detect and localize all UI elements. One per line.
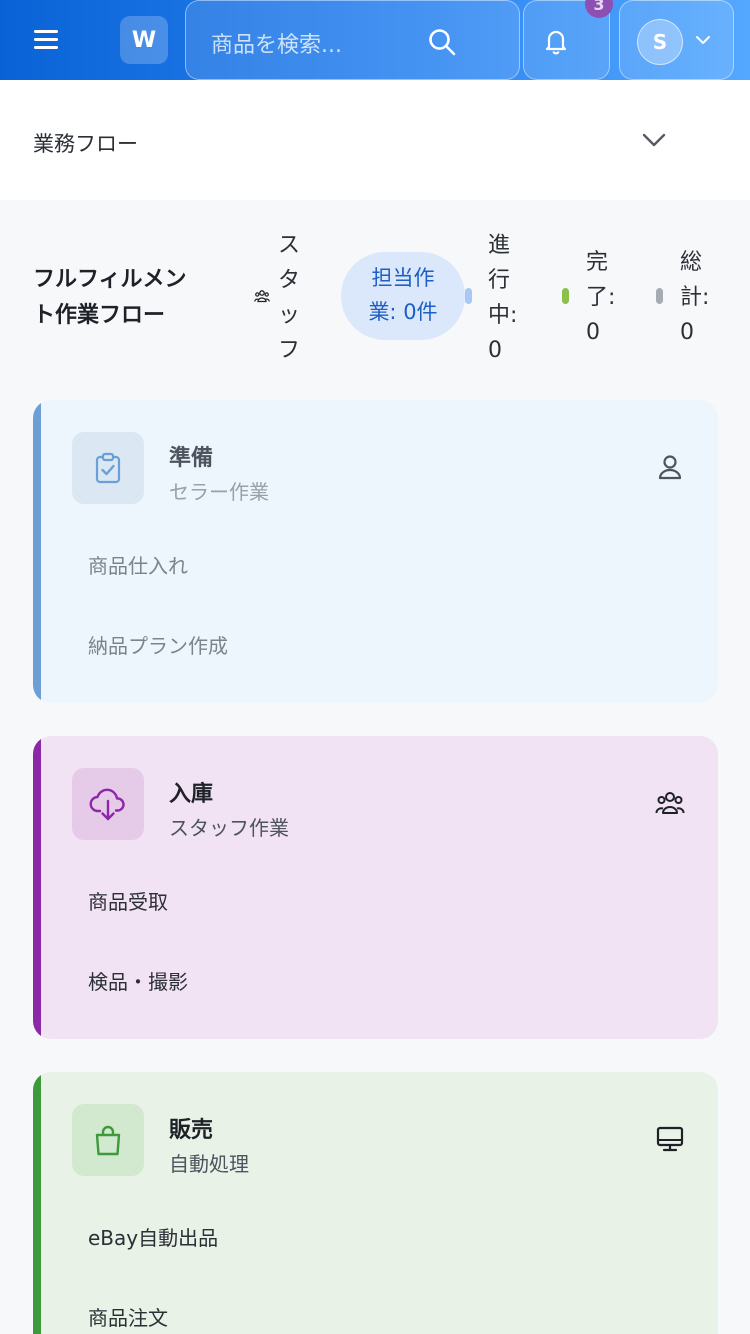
- card-icon-box: [72, 432, 144, 504]
- card-task-item[interactable]: 商品受取: [88, 886, 168, 915]
- card-icon-box: [72, 1104, 144, 1176]
- workflow-section-header[interactable]: 業務フロー: [0, 80, 750, 200]
- total-status: 総 計: 0: [680, 250, 710, 345]
- card-task-item[interactable]: 検品・撮影: [88, 966, 188, 995]
- shopping-bag-icon: [95, 1125, 121, 1156]
- top-app-bar: W 商品を検索... 3 S: [0, 0, 750, 80]
- cloud-download-icon: [89, 788, 125, 821]
- completed-indicator: [562, 288, 569, 304]
- clipboard-check-icon: [95, 452, 121, 484]
- card-task-item[interactable]: 納品プラン作成: [88, 630, 228, 659]
- workflow-card-preparation[interactable]: 準備 セラー作業 商品仕入れ 納品プラン作成: [33, 400, 718, 703]
- card-title: 入庫: [169, 782, 214, 807]
- completed-status: 完 了: 0: [586, 250, 616, 345]
- flow-title-line1: フルフィルメン: [33, 267, 187, 292]
- staff-icon: [254, 290, 270, 303]
- card-accent-bar: [33, 400, 41, 703]
- avatar: S: [637, 19, 683, 65]
- card-icon-box: [72, 768, 144, 840]
- card-accent-bar: [33, 1072, 41, 1334]
- bell-icon: [545, 30, 567, 55]
- chevron-down-icon: [696, 36, 710, 44]
- search-input[interactable]: 商品を検索...: [185, 0, 520, 80]
- card-title: 販売: [169, 1118, 214, 1143]
- workflow-card-sales[interactable]: 販売 自動処理 eBay自動出品 商品注文: [33, 1072, 718, 1334]
- card-task-item[interactable]: 商品注文: [88, 1302, 168, 1331]
- card-accent-bar: [33, 736, 41, 1039]
- card-subtitle: スタッフ作業: [169, 816, 289, 840]
- section-title: 業務フロー: [33, 132, 138, 156]
- search-icon[interactable]: [427, 27, 457, 57]
- menu-icon[interactable]: [30, 26, 66, 54]
- card-task-item[interactable]: eBay自動出品: [88, 1222, 218, 1251]
- card-subtitle: 自動処理: [169, 1152, 249, 1176]
- user-menu-button[interactable]: S: [619, 0, 734, 80]
- flow-title-line2: ト作業フロー: [33, 303, 166, 328]
- monitor-icon: [656, 1126, 684, 1152]
- assigned-tasks-badge[interactable]: 担当作 業: 0件: [341, 252, 465, 340]
- in-progress-status: 進 行 中: 0: [488, 233, 518, 363]
- flow-title: フルフィルメン ト作業フロー: [33, 262, 223, 334]
- chevron-down-icon[interactable]: [640, 126, 668, 154]
- user-icon: [658, 455, 682, 480]
- search-placeholder: 商品を検索...: [211, 33, 342, 58]
- card-task-item[interactable]: 商品仕入れ: [88, 550, 188, 579]
- in-progress-indicator: [465, 288, 472, 304]
- card-subtitle: セラー作業: [169, 480, 269, 504]
- total-indicator: [656, 288, 663, 304]
- users-icon: [655, 792, 685, 814]
- staff-label: ス タ ッ フ: [278, 233, 301, 363]
- card-title: 準備: [169, 446, 214, 471]
- workflow-card-inbound[interactable]: 入庫 スタッフ作業 商品受取 検品・撮影: [33, 736, 718, 1039]
- app-logo[interactable]: W: [120, 16, 168, 64]
